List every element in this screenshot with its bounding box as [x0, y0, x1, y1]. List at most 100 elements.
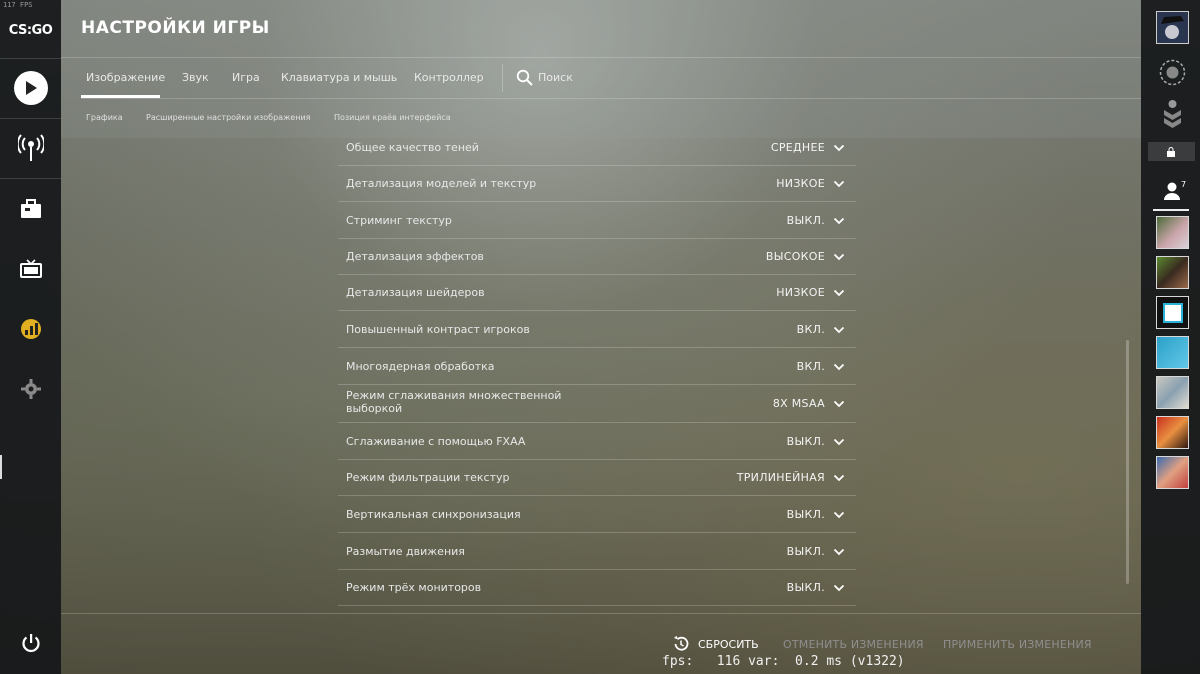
reset-button[interactable]: СБРОСИТЬ: [672, 635, 767, 655]
user-avatar[interactable]: [1156, 11, 1189, 44]
csgo-logo: CS:GO: [8, 23, 53, 38]
nav-divider: [0, 118, 61, 119]
chevron-down-icon[interactable]: [833, 511, 845, 519]
chevron-down-icon[interactable]: [833, 548, 845, 556]
overlay-fps: 117 FPS: [3, 1, 33, 9]
friend-avatar[interactable]: [1156, 216, 1189, 249]
setting-label: Детализация эффектов: [346, 250, 484, 263]
setting-row[interactable]: Стриминг текстур ВЫКЛ.: [338, 202, 856, 239]
setting-row[interactable]: Повышенный контраст игроков ВКЛ.: [338, 311, 856, 348]
friend-avatar[interactable]: [1156, 336, 1189, 369]
fps-readout: fps: 116 var: 0.2 ms (v1322): [662, 654, 905, 669]
setting-value-dropdown[interactable]: ВЫКЛ.: [787, 545, 825, 558]
setting-row[interactable]: Детализация моделей и текстур НИЗКОЕ: [338, 166, 856, 202]
setting-value-dropdown[interactable]: ВКЛ.: [797, 323, 825, 336]
play-button[interactable]: [0, 64, 61, 112]
friends-count: 7: [1181, 180, 1187, 189]
tab-sound[interactable]: Звук: [182, 71, 209, 84]
setting-value-dropdown[interactable]: ВКЛ.: [797, 360, 825, 373]
stats-button[interactable]: [0, 305, 61, 353]
reset-label: СБРОСИТЬ: [698, 638, 759, 651]
setting-label: Режим трёх мониторов: [346, 581, 482, 594]
setting-value-dropdown[interactable]: ТРИЛИНЕЙНАЯ: [737, 471, 825, 484]
chevron-down-icon[interactable]: [833, 180, 845, 188]
subtab-advanced-video[interactable]: Расширенные настройки изображения: [146, 113, 310, 122]
friend-avatar[interactable]: [1156, 376, 1189, 409]
friends-divider: [1153, 209, 1189, 211]
chevron-down-icon[interactable]: [833, 584, 845, 592]
scrollbar[interactable]: [1126, 340, 1129, 584]
friend-avatar[interactable]: [1156, 296, 1189, 329]
chevron-down-icon[interactable]: [833, 363, 845, 371]
setting-row[interactable]: Режим трёх мониторов ВЫКЛ.: [338, 570, 856, 606]
footer-divider: [61, 613, 1141, 614]
setting-row[interactable]: Детализация эффектов ВЫСОКОЕ: [338, 239, 856, 275]
header-divider: [61, 57, 1141, 58]
setting-value-dropdown[interactable]: СРЕДНЕЕ: [771, 141, 825, 154]
setting-row[interactable]: Многоядерная обработка ВКЛ.: [338, 348, 856, 385]
setting-row[interactable]: Размытие движения ВЫКЛ.: [338, 533, 856, 570]
setting-value-dropdown[interactable]: ВЫКЛ.: [787, 581, 825, 594]
tab-game[interactable]: Игра: [232, 71, 260, 84]
rank-emblem-icon[interactable]: [1156, 56, 1189, 89]
watch-button[interactable]: [0, 245, 61, 293]
power-button[interactable]: [0, 619, 61, 667]
active-indicator: [0, 455, 2, 479]
subtab-graphics[interactable]: Графика: [86, 113, 123, 122]
cancel-changes-button[interactable]: ОТМЕНИТЬ ИЗМЕНЕНИЯ: [783, 638, 924, 651]
power-icon: [21, 634, 40, 653]
profile-rank-icon[interactable]: [1156, 98, 1189, 131]
friends-button[interactable]: 7: [1156, 178, 1189, 208]
setting-value-dropdown[interactable]: 8X MSAA: [773, 397, 825, 410]
setting-value-dropdown[interactable]: ВЫКЛ.: [787, 508, 825, 521]
chevron-down-icon[interactable]: [833, 144, 845, 152]
setting-row[interactable]: Режим сглаживания множественной выборкой…: [338, 385, 856, 423]
person-icon: [1164, 182, 1180, 200]
left-nav: 117 FPS CS:GO: [0, 0, 61, 674]
setting-value-dropdown[interactable]: НИЗКОЕ: [776, 286, 825, 299]
tab-keyboard-mouse[interactable]: Клавиатура и мышь: [281, 71, 397, 84]
broadcast-button[interactable]: [0, 124, 61, 172]
inventory-button[interactable]: [0, 185, 61, 233]
setting-value-dropdown[interactable]: НИЗКОЕ: [776, 177, 825, 190]
setting-value-dropdown[interactable]: ВЫСОКОЕ: [766, 250, 825, 263]
tab-image[interactable]: Изображение: [86, 71, 165, 84]
setting-row[interactable]: Вертикальная синхронизация ВЫКЛ.: [338, 496, 856, 533]
setting-label: Стриминг текстур: [346, 213, 452, 227]
setting-row[interactable]: Детализация шейдеров НИЗКОЕ: [338, 275, 856, 311]
setting-label: Детализация моделей и текстур: [346, 177, 537, 190]
setting-row[interactable]: Режим фильтрации текстур ТРИЛИНЕЙНАЯ: [338, 460, 856, 496]
settings-button[interactable]: [0, 365, 61, 413]
friend-avatar[interactable]: [1156, 456, 1189, 489]
chevron-down-icon[interactable]: [833, 289, 845, 297]
search-button[interactable]: Поиск: [516, 69, 586, 89]
chevron-down-icon[interactable]: [833, 217, 845, 225]
search-icon: [516, 69, 533, 86]
chevron-down-icon[interactable]: [833, 400, 845, 408]
setting-label: Общее качество теней: [346, 141, 479, 154]
setting-value-dropdown[interactable]: ВЫКЛ.: [787, 214, 825, 227]
chevron-down-icon[interactable]: [833, 253, 845, 261]
page-title: НАСТРОЙКИ ИГРЫ: [81, 18, 270, 38]
tv-icon: [19, 259, 42, 278]
tab-controller[interactable]: Контроллер: [414, 71, 484, 84]
setting-label: Размытие движения: [346, 544, 465, 558]
setting-row[interactable]: Сглаживание с помощью FXAA ВЫКЛ.: [338, 423, 856, 460]
chevron-down-icon[interactable]: [833, 438, 845, 446]
search-label: Поиск: [538, 71, 573, 84]
broadcast-icon: [17, 134, 44, 161]
subtab-hud-edge[interactable]: Позиция краёв интерфейса: [334, 113, 451, 122]
setting-value-dropdown[interactable]: ВЫКЛ.: [787, 435, 825, 448]
briefcase-icon: [20, 199, 41, 218]
lock-icon: [1167, 147, 1175, 157]
friend-avatar[interactable]: [1156, 256, 1189, 289]
setting-label: Многоядерная обработка: [346, 359, 495, 373]
chevron-down-icon[interactable]: [833, 326, 845, 334]
chevron-down-icon[interactable]: [833, 474, 845, 482]
apply-changes-button[interactable]: ПРИМЕНИТЬ ИЗМЕНЕНИЯ: [943, 638, 1092, 651]
settings-header: НАСТРОЙКИ ИГРЫ Изображение Звук Игра Кла…: [61, 0, 1141, 138]
friend-avatar[interactable]: [1156, 416, 1189, 449]
setting-label: Детализация шейдеров: [346, 286, 485, 299]
setting-row[interactable]: Общее качество теней СРЕДНЕЕ: [338, 130, 856, 166]
nav-divider: [0, 58, 61, 59]
